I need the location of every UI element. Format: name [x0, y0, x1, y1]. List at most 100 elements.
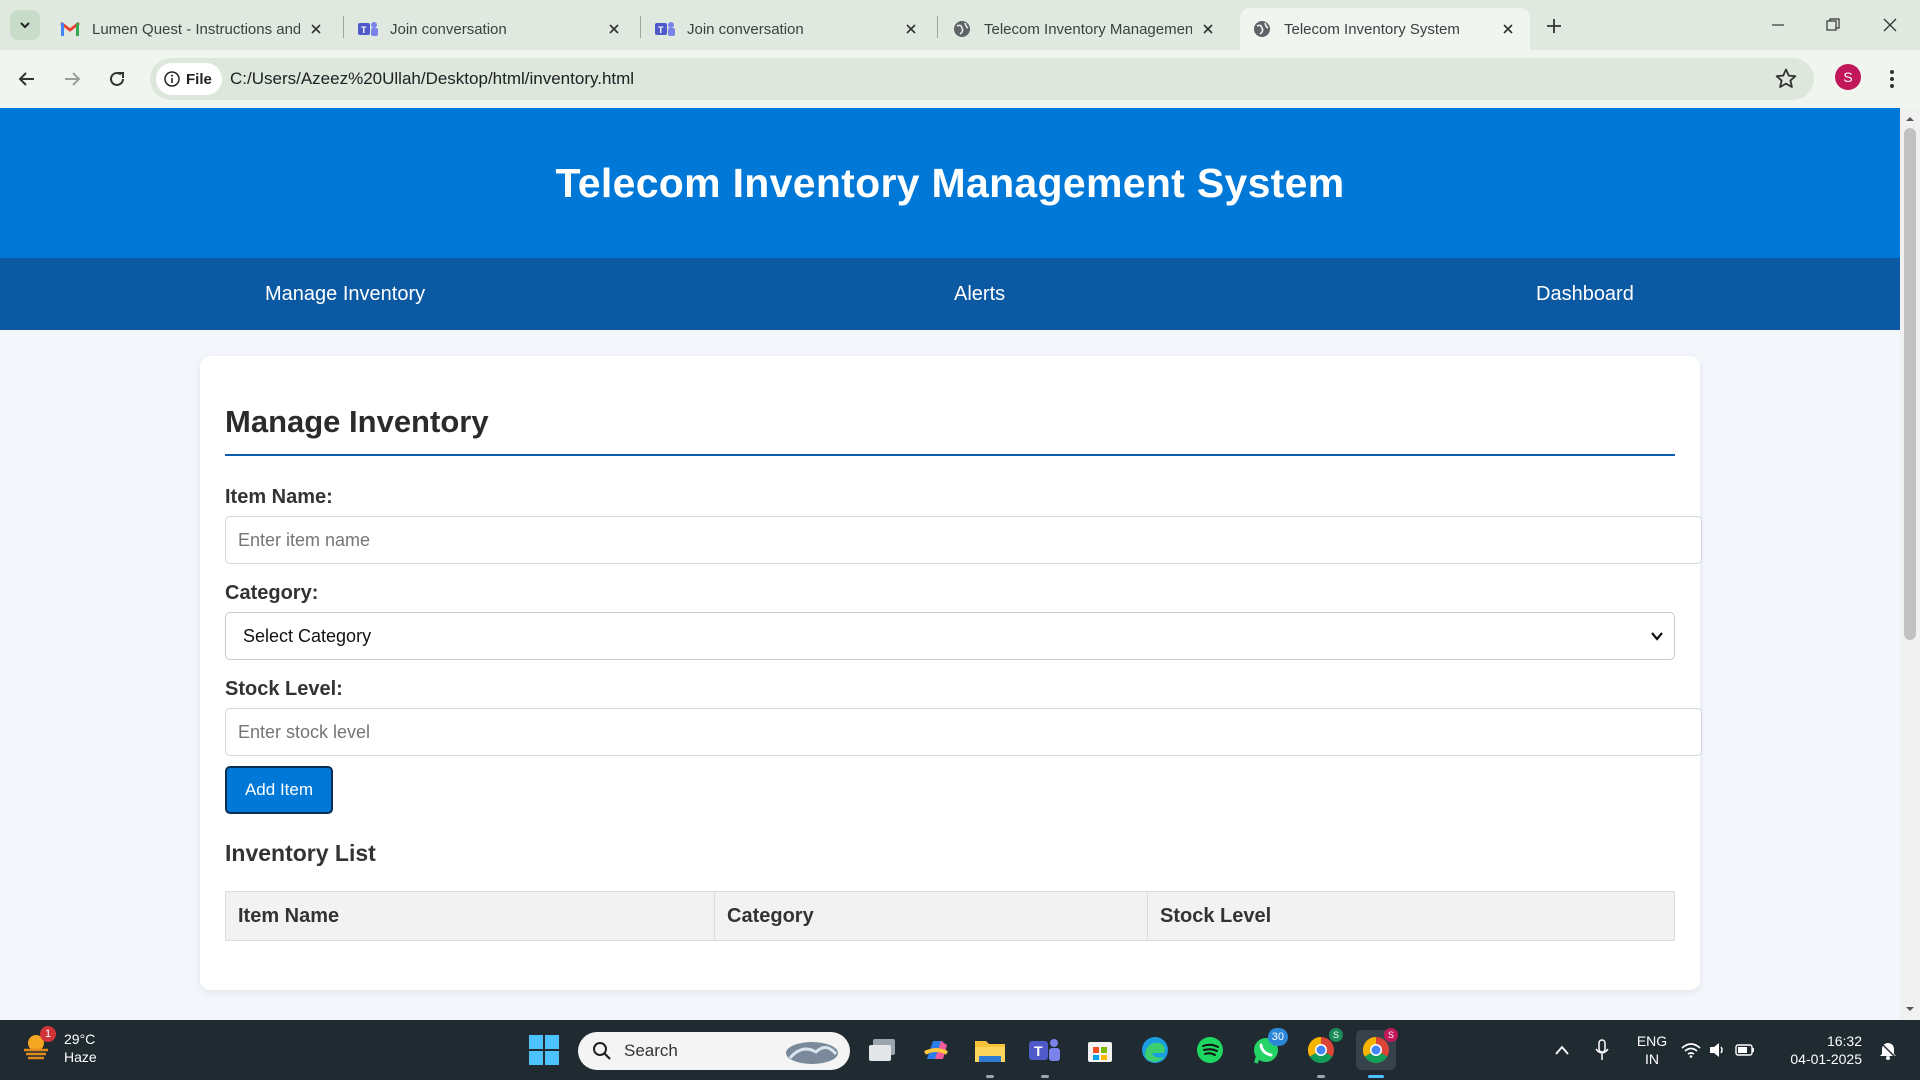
- task-view-button[interactable]: [862, 1030, 902, 1070]
- browser-tab-telecom-1[interactable]: Telecom Inventory Managemen: [940, 8, 1230, 50]
- whatsapp-button[interactable]: 30: [1246, 1028, 1288, 1070]
- close-icon[interactable]: [604, 19, 624, 39]
- browser-tab-teams-1[interactable]: T Join conversation: [346, 8, 636, 50]
- browser-tab-gmail[interactable]: Lumen Quest - Instructions and: [48, 8, 338, 50]
- nav-dashboard[interactable]: Dashboard: [1536, 258, 1634, 330]
- search-icon: [593, 1042, 611, 1060]
- weather-description: Haze: [64, 1049, 97, 1065]
- restore-button[interactable]: [1813, 10, 1853, 40]
- language-indicator[interactable]: ENG IN: [1632, 1032, 1672, 1068]
- notification-bell-icon: [1880, 1042, 1896, 1060]
- show-hidden-icons-button[interactable]: [1542, 1030, 1582, 1070]
- site-info-chip[interactable]: File: [156, 63, 222, 95]
- category-select[interactable]: Select Category: [225, 612, 1675, 660]
- copilot-button[interactable]: [916, 1030, 956, 1070]
- spotify-icon: [1197, 1037, 1223, 1063]
- scroll-down-arrow-icon[interactable]: [1905, 1004, 1915, 1014]
- item-name-input[interactable]: Enter item name: [225, 516, 1702, 564]
- scroll-up-arrow-icon[interactable]: [1905, 114, 1915, 124]
- globe-icon: [952, 19, 972, 39]
- url-text[interactable]: C:/Users/Azeez%20Ullah/Desktop/html/inve…: [230, 69, 634, 89]
- inventory-table: Item Name Category Stock Level: [225, 891, 1675, 941]
- tab-title: Telecom Inventory System: [1284, 20, 1460, 38]
- store-icon: [1088, 1042, 1112, 1062]
- profile-avatar[interactable]: S: [1835, 64, 1861, 90]
- nav-manage-inventory[interactable]: Manage Inventory: [265, 258, 425, 330]
- teams-icon: T: [358, 19, 378, 39]
- search-label: Search: [624, 1041, 678, 1060]
- back-button[interactable]: [12, 64, 42, 94]
- manage-inventory-card: Manage Inventory Item Name: Enter item n…: [200, 356, 1702, 990]
- close-icon[interactable]: [901, 19, 921, 39]
- page-scrollbar[interactable]: [1900, 108, 1920, 1020]
- chrome-profile-badge: S: [1383, 1028, 1398, 1042]
- tab-search-button[interactable]: [10, 10, 40, 40]
- running-indicator: [986, 1075, 994, 1078]
- close-window-button[interactable]: [1870, 10, 1910, 40]
- forward-button[interactable]: [57, 64, 87, 94]
- chrome-profile-badge: S: [1328, 1028, 1343, 1042]
- arrow-left-icon: [18, 72, 34, 86]
- item-name-label: Item Name:: [225, 486, 333, 508]
- close-icon[interactable]: [1498, 19, 1518, 39]
- file-explorer-button[interactable]: [970, 1030, 1010, 1078]
- browser-menu-button[interactable]: [1882, 64, 1902, 94]
- site-info-label: File: [186, 70, 212, 88]
- main-nav: Manage Inventory Alerts Dashboard: [0, 258, 1900, 330]
- taskbar-search[interactable]: Search: [578, 1032, 850, 1070]
- clock[interactable]: 16:32 04-01-2025: [1778, 1032, 1862, 1068]
- stock-level-label: Stock Level:: [225, 678, 343, 700]
- store-button[interactable]: [1080, 1030, 1120, 1070]
- gmail-icon: [60, 19, 80, 39]
- scrollbar-thumb[interactable]: [1904, 128, 1916, 640]
- tab-title: Join conversation: [687, 20, 804, 38]
- browser-tab-teams-2[interactable]: T Join conversation: [643, 8, 933, 50]
- page-title: Telecom Inventory Management System: [555, 159, 1345, 206]
- running-indicator: [1041, 1075, 1049, 1078]
- spotify-button[interactable]: [1190, 1030, 1230, 1070]
- weather-temperature: 29°C: [64, 1031, 96, 1047]
- chrome-active-button[interactable]: S: [1356, 1028, 1398, 1078]
- windows-logo-icon: [529, 1035, 559, 1065]
- table-header-category: Category: [715, 892, 1148, 940]
- microphone-button[interactable]: [1582, 1030, 1622, 1070]
- edge-button[interactable]: [1135, 1030, 1175, 1070]
- volume-icon: [1710, 1043, 1723, 1057]
- add-item-button[interactable]: Add Item: [225, 766, 333, 814]
- reload-button[interactable]: [102, 64, 132, 94]
- chrome-button[interactable]: S: [1301, 1028, 1343, 1078]
- copilot-icon: [924, 1041, 948, 1059]
- teams-icon: T: [1029, 1039, 1060, 1061]
- stock-level-input[interactable]: Enter stock level: [225, 708, 1702, 756]
- start-button[interactable]: [524, 1030, 564, 1070]
- svg-text:T: T: [1034, 1043, 1043, 1059]
- weather-haze-icon: 1: [20, 1026, 56, 1066]
- bookmark-star-icon[interactable]: [1774, 67, 1798, 91]
- category-label: Category:: [225, 582, 319, 604]
- browser-tab-telecom-active[interactable]: Telecom Inventory System: [1240, 8, 1530, 50]
- minimize-icon: [1772, 24, 1784, 26]
- page-viewport: Telecom Inventory Management System Mana…: [0, 108, 1900, 1020]
- close-icon: [1883, 18, 1897, 32]
- inventory-list-title: Inventory List: [225, 840, 376, 866]
- info-icon: [164, 71, 180, 87]
- battery-icon: [1735, 1044, 1754, 1056]
- close-icon[interactable]: [1198, 19, 1218, 39]
- minimize-button[interactable]: [1758, 10, 1798, 40]
- quick-settings-button[interactable]: [1678, 1030, 1758, 1070]
- weather-widget[interactable]: 1 29°C Haze: [20, 1026, 97, 1066]
- new-tab-button[interactable]: [1540, 12, 1568, 40]
- teams-taskbar-button[interactable]: T: [1025, 1030, 1065, 1078]
- chevron-down-icon: [1651, 632, 1663, 641]
- tab-title: Lumen Quest - Instructions and: [92, 20, 300, 38]
- notifications-button[interactable]: [1868, 1030, 1908, 1070]
- nav-alerts[interactable]: Alerts: [954, 258, 1005, 330]
- task-view-icon: [869, 1039, 895, 1061]
- folder-icon: [975, 1041, 1005, 1062]
- arrow-right-icon: [65, 72, 81, 86]
- close-icon[interactable]: [306, 19, 326, 39]
- page-header: Telecom Inventory Management System: [0, 108, 1900, 258]
- tab-separator: [343, 16, 344, 38]
- address-bar[interactable]: File C:/Users/Azeez%20Ullah/Desktop/html…: [150, 58, 1814, 100]
- svg-text:T: T: [658, 25, 664, 35]
